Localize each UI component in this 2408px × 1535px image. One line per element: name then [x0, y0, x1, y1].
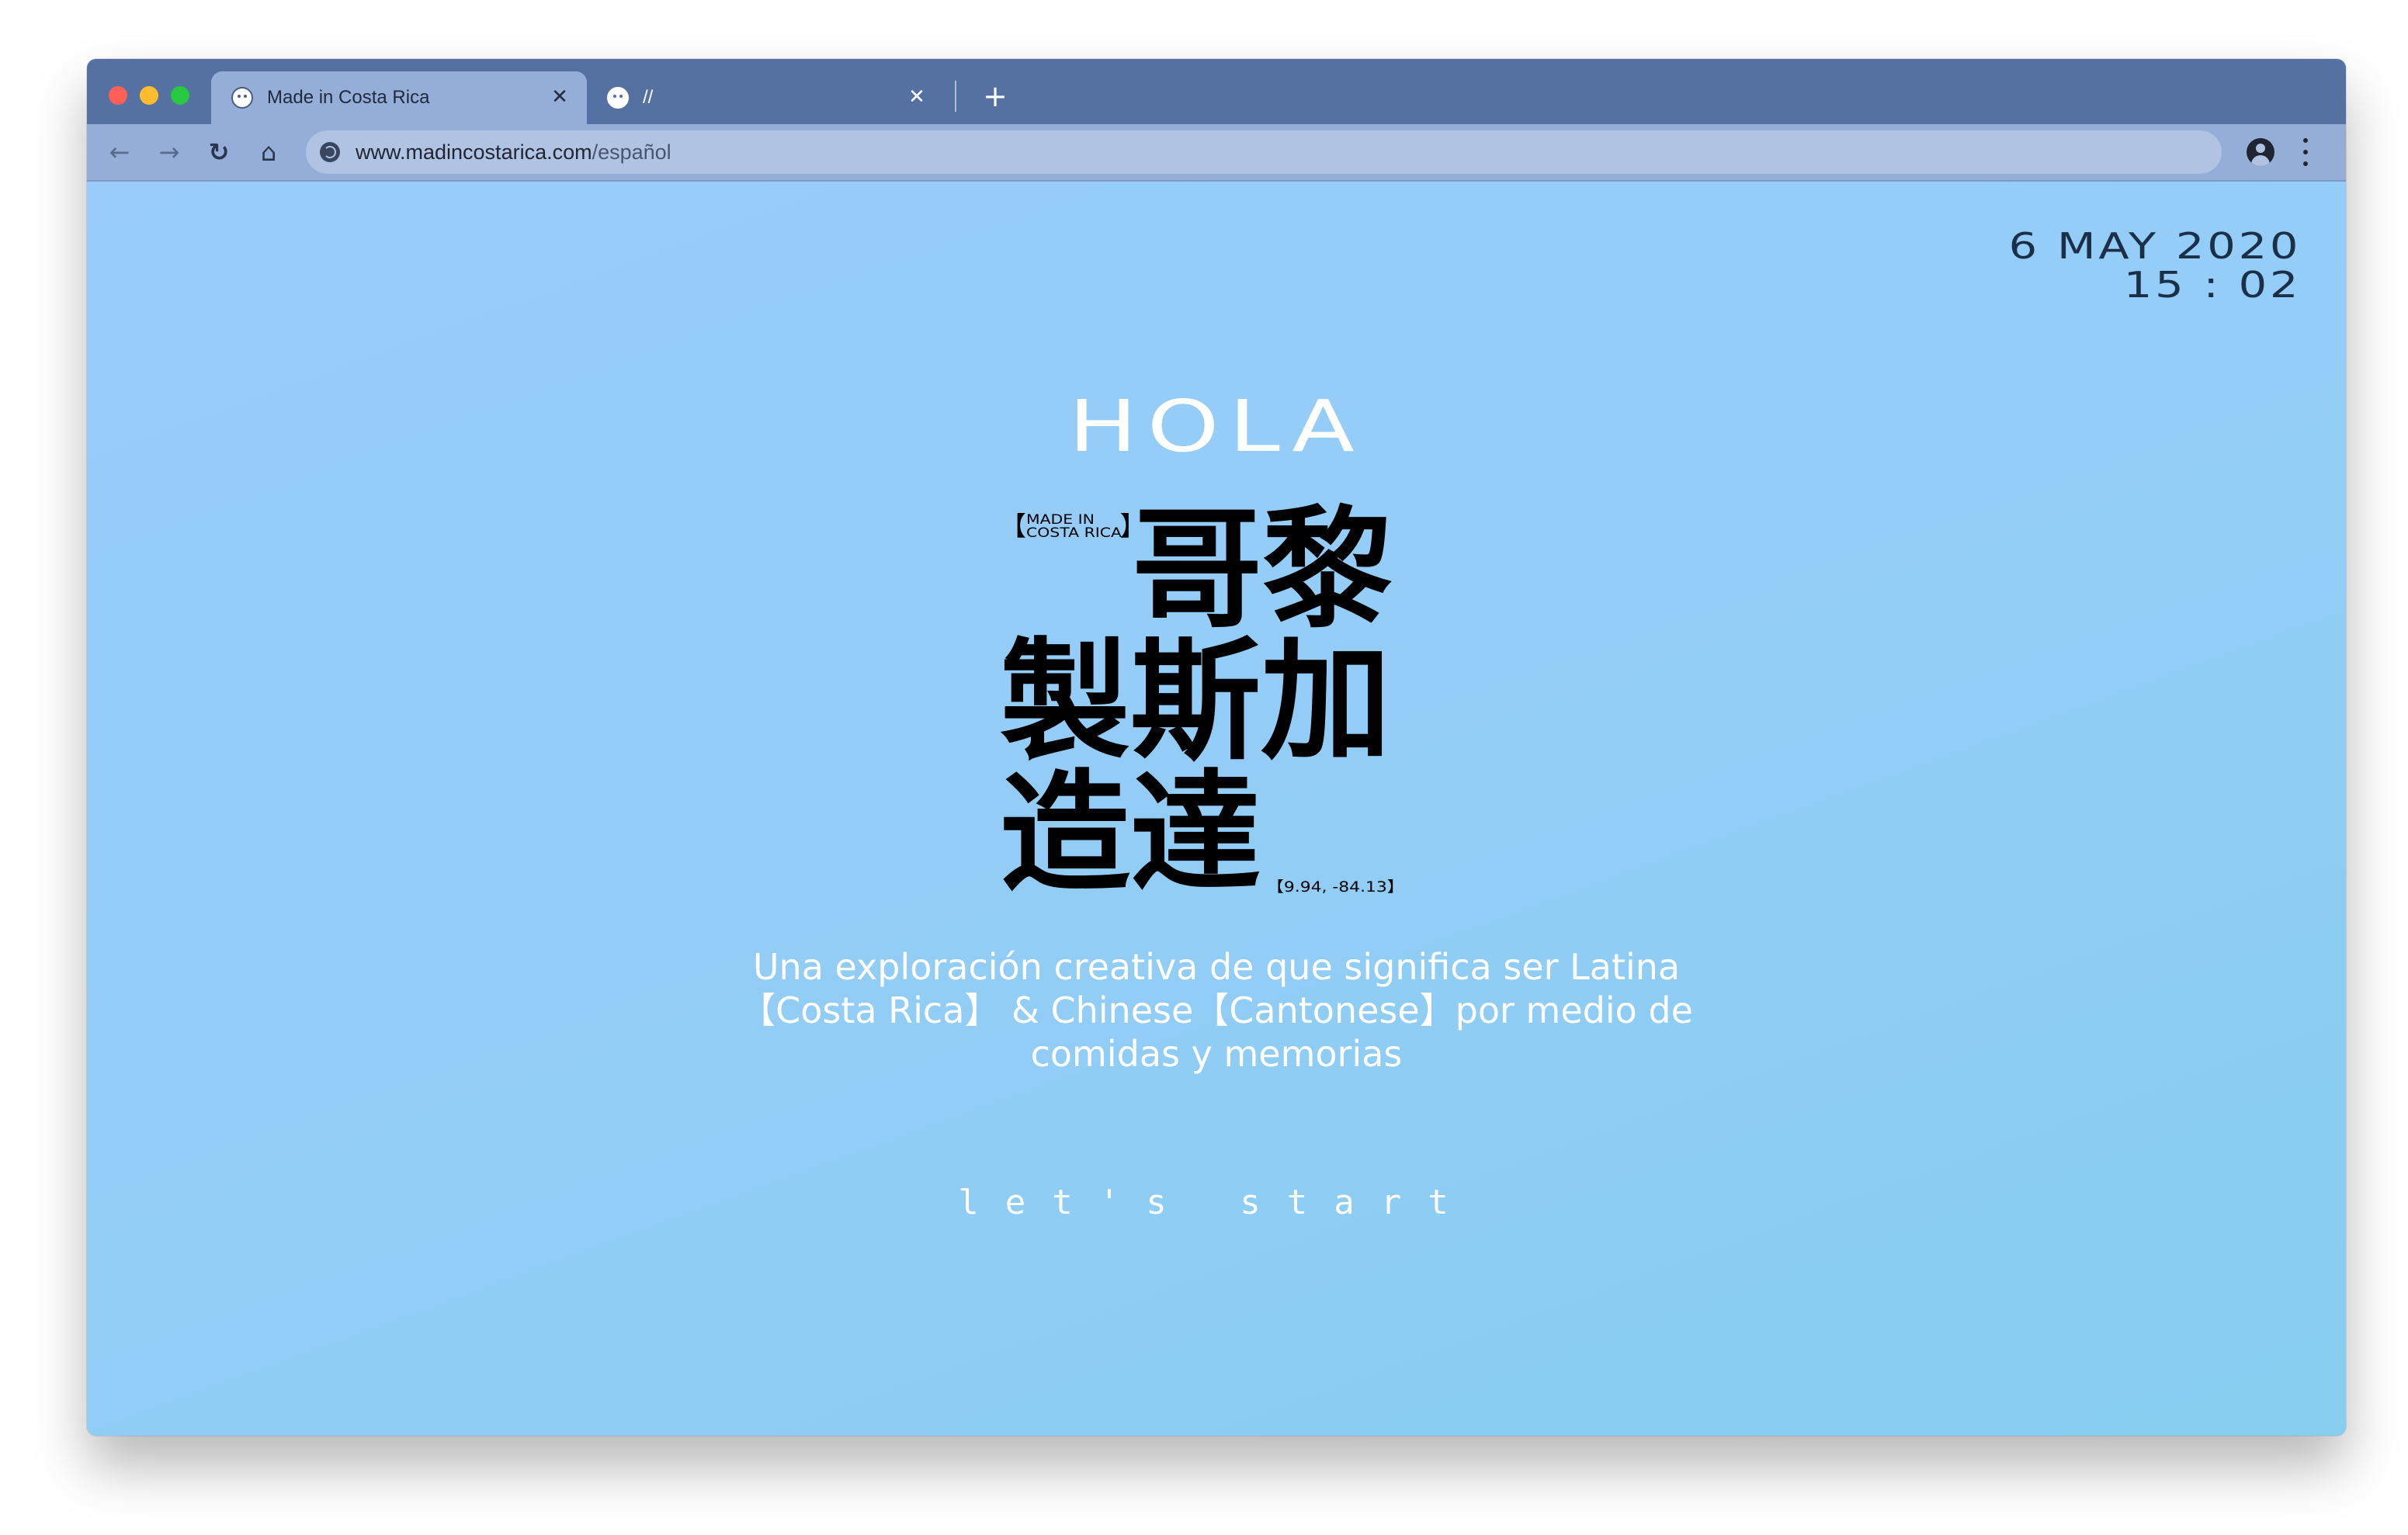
kebab-menu-icon[interactable] [2298, 137, 2313, 168]
tab-slashes[interactable]: // ✕ [587, 71, 944, 124]
profile-icon[interactable] [2247, 138, 2274, 166]
lets-start-button[interactable]: let's start [87, 1183, 2346, 1222]
minimize-window-button[interactable] [140, 86, 158, 105]
date-time-display: 6 MAY 2020 15 : 02 [2008, 227, 2301, 304]
site-info-icon[interactable] [320, 142, 340, 162]
back-arrow-icon[interactable]: ← [102, 135, 137, 169]
home-icon[interactable]: ⌂ [252, 135, 286, 169]
forward-arrow-icon[interactable]: → [152, 135, 186, 169]
made-in-costa-rica-logo: 【MADE IN COSTA RICA】 哥黎 製斯加 造達 【9.94, -84… [1000, 500, 1404, 911]
tagline-line-3: comidas y memorias [1030, 1033, 1403, 1075]
logo-bracket-left: 【 [1000, 511, 1026, 542]
url-path: /español [592, 140, 671, 164]
logo-tag-line2: COSTA RICA [1026, 525, 1122, 541]
address-bar[interactable]: www.madincostarica.com/español [306, 130, 2222, 174]
tab-close-icon[interactable]: ✕ [905, 85, 928, 109]
tagline-line-2: 【Costa Rica】 & Chinese【Cantonese】por med… [740, 989, 1693, 1031]
url-text[interactable]: www.madincostarica.com/español [356, 140, 671, 165]
tagline-line-1: Una exploración creativa de que signific… [752, 946, 1681, 988]
tab-title: // [643, 87, 654, 108]
close-window-button[interactable] [109, 86, 127, 105]
logo-han-row-2: 製斯加 [1000, 625, 1391, 778]
browser-window: Made in Costa Rica ✕ // ✕ + ← → ↻ ⌂ www.… [87, 59, 2346, 1436]
logo-tag: 【MADE IN COSTA RICA】 [1000, 511, 1146, 542]
greeting-heading: HOLA [1068, 385, 1365, 468]
time-text: 15 : 02 [2123, 264, 2301, 306]
reload-icon[interactable]: ↻ [202, 135, 236, 169]
smiley-favicon-icon [231, 87, 253, 109]
page-viewport: 6 MAY 2020 15 : 02 HOLA 【MADE IN COSTA RI… [87, 182, 2346, 1436]
logo-coordinates: 【9.94, -84.13】 [1267, 878, 1404, 896]
tab-title: Made in Costa Rica [267, 87, 430, 108]
tab-made-in-costa-rica[interactable]: Made in Costa Rica ✕ [211, 71, 587, 124]
new-tab-button[interactable]: + [978, 79, 1012, 113]
date-text: 6 MAY 2020 [2008, 225, 2301, 267]
maximize-window-button[interactable] [171, 86, 189, 105]
tab-separator [955, 81, 956, 112]
url-host: www.madincostarica.com [356, 140, 592, 164]
logo-han-row-1: 哥黎 [1132, 494, 1393, 646]
tagline: Una exploración creativa de que signific… [673, 945, 1760, 1076]
tab-close-icon[interactable]: ✕ [548, 85, 571, 109]
logo-han-row-3: 造達 [1000, 757, 1261, 910]
logo-tag-text: MADE IN COSTA RICA [1026, 514, 1122, 540]
smiley-favicon-icon [607, 87, 629, 109]
tab-strip: Made in Costa Rica ✕ // ✕ + [87, 59, 2346, 124]
browser-toolbar: ← → ↻ ⌂ www.madincostarica.com/español [87, 124, 2346, 182]
desktop: Made in Costa Rica ✕ // ✕ + ← → ↻ ⌂ www.… [0, 0, 2408, 1535]
